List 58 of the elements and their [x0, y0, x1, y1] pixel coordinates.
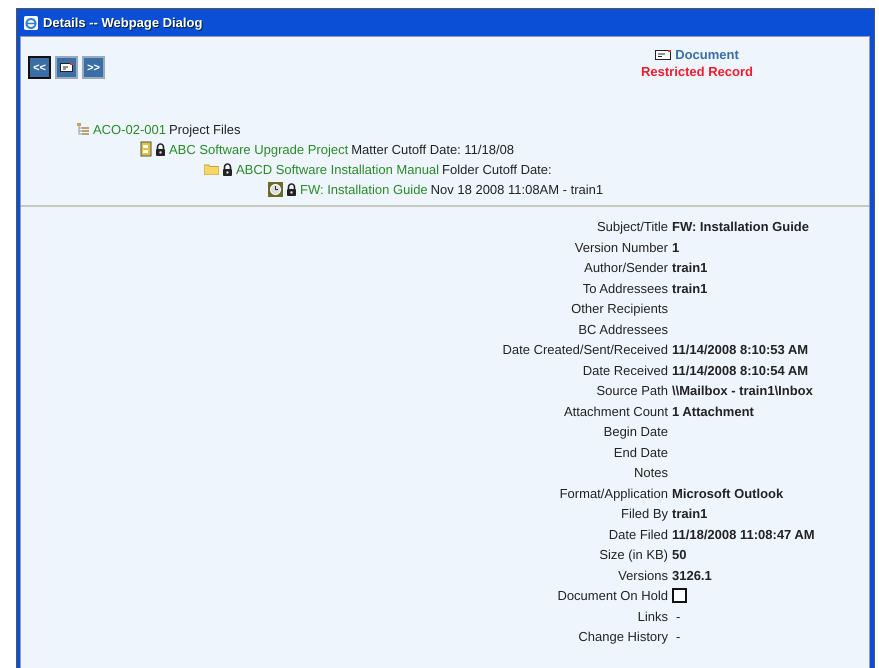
field-label: End Date — [614, 444, 668, 460]
tree-detail: Matter Cutoff Date: 11/18/08 — [351, 142, 514, 156]
field-label: Attachment Count — [564, 404, 668, 418]
field-label: Size (in KB) — [599, 547, 668, 562]
field-label: Change History — [578, 629, 668, 644]
field-label: Version Number — [574, 240, 668, 254]
restricted-label: Restricted Record — [641, 64, 753, 79]
checkbox[interactable] — [672, 588, 687, 603]
envelope-button[interactable] — [55, 56, 78, 79]
tree-detail: Project Files — [168, 122, 241, 136]
field-label: Notes — [634, 465, 668, 480]
field-label: Filed By — [621, 506, 668, 521]
field-label: Format/Application — [560, 486, 668, 500]
envelope-icon — [60, 63, 73, 72]
field-label: Subject/Title — [596, 219, 668, 234]
field-value: 50 — [672, 547, 686, 562]
previous-button[interactable]: << — [28, 56, 51, 79]
field-label: Source Path — [596, 383, 668, 398]
field-label: Author/Sender — [584, 260, 668, 275]
field-label: Date Filed — [608, 526, 668, 542]
tree-link[interactable]: ABCD Software Installation Manual — [236, 162, 440, 176]
field-value: 11/14/2008 8:10:54 AM — [672, 362, 808, 378]
field-label: Begin Date — [604, 424, 668, 439]
clock-icon — [268, 182, 283, 196]
field-label: Date Received — [582, 362, 668, 378]
field-label: Document On Hold — [557, 588, 668, 603]
field-label: Links — [638, 608, 668, 624]
field-value: 11/14/2008 8:10:53 AM — [672, 342, 808, 357]
tree-structure-icon — [76, 122, 90, 136]
next-button[interactable]: >> — [82, 56, 105, 79]
field-value: Microsoft Outlook — [672, 486, 784, 500]
field-value: train1 — [672, 280, 708, 296]
document-label: Document — [675, 47, 739, 62]
field-label: BC Addressees — [578, 322, 668, 336]
field-label: To Addressees — [582, 280, 668, 296]
field-value: FW: Installation Guide — [672, 219, 809, 234]
tree-detail: Nov 18 2008 11:08AM - train1 — [430, 182, 604, 196]
field-value: \\Mailbox - train1\Inbox — [672, 383, 813, 398]
empty-value-dash: - — [676, 629, 680, 644]
envelope-icon — [655, 50, 672, 60]
field-label: Versions — [618, 568, 668, 582]
empty-value-dash: - — [676, 608, 680, 624]
field-value: train1 — [672, 506, 708, 521]
tree-detail: Folder Cutoff Date: — [442, 162, 552, 176]
folder-icon — [204, 163, 219, 175]
field-label: Other Recipients — [571, 301, 668, 316]
tree-link[interactable]: FW: Installation Guide — [300, 182, 428, 196]
cabinet-icon — [140, 141, 152, 157]
tree-link[interactable]: ACO-02-001 — [93, 122, 166, 136]
field-value: train1 — [672, 260, 708, 275]
field-value: 1 Attachment — [672, 404, 754, 418]
browser-icon — [24, 16, 38, 30]
tree-link[interactable]: ABC Software Upgrade Project — [169, 142, 348, 156]
field-value: 11/18/2008 11:08:47 AM — [672, 526, 815, 542]
field-label: Date Created/Sent/Received — [502, 342, 668, 357]
window-title: Details -- Webpage Dialog — [43, 15, 202, 30]
field-value: 1 — [672, 240, 680, 254]
field-value: 3126.1 — [672, 568, 712, 582]
